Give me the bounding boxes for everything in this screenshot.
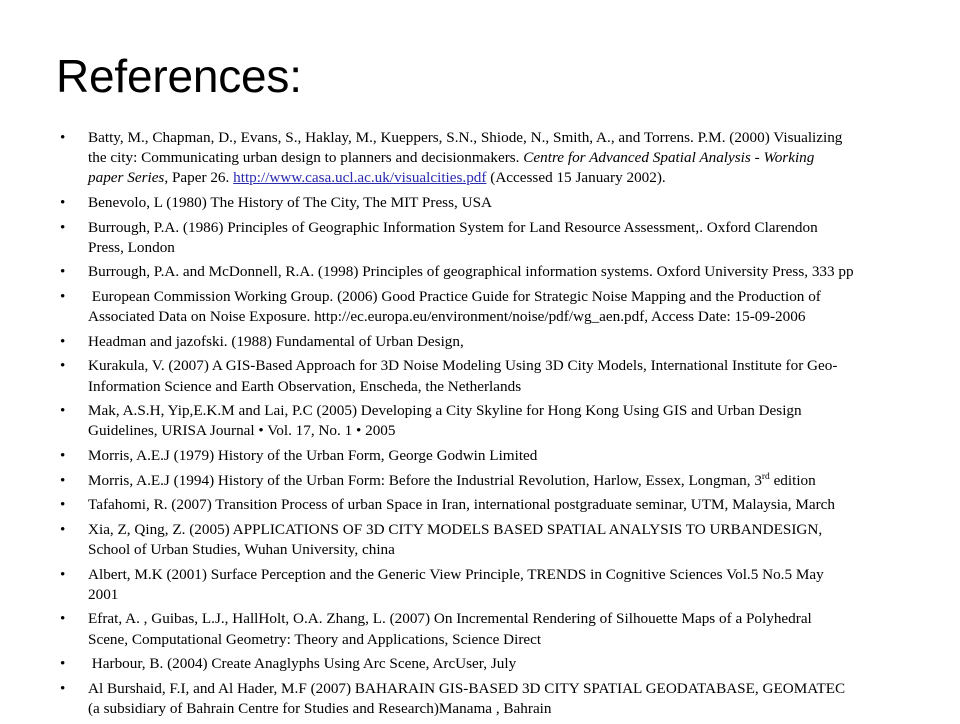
reference-line: European Commission Working Group. (2006… bbox=[88, 287, 821, 305]
bullet-icon: • bbox=[60, 565, 66, 583]
reference-line: Guidelines, URISA Journal • Vol. 17, No.… bbox=[88, 422, 396, 440]
reference-line: (a subsidiary of Bahrain Centre for Stud… bbox=[88, 699, 552, 717]
reference-hyperlink[interactable]: http://www.casa.ucl.ac.uk/visualcities.p… bbox=[233, 169, 486, 186]
list-item: • European Commission Working Group. (20… bbox=[54, 287, 926, 327]
reference-line: School of Urban Studies, Wuhan Universit… bbox=[88, 540, 395, 558]
bullet-icon: • bbox=[60, 446, 66, 464]
slide-canvas: References: • Batty, M., Chapman, D., Ev… bbox=[0, 0, 960, 720]
reference-line: paper Series, Paper 26. http://www.casa.… bbox=[88, 168, 926, 188]
page-title: References: bbox=[56, 50, 302, 102]
bullet-icon: • bbox=[60, 218, 66, 236]
reference-line: 2001 bbox=[88, 585, 119, 603]
reference-line: the city: Communicating urban design to … bbox=[88, 148, 926, 168]
reference-line: Xia, Z, Qing, Z. (2005) APPLICATIONS OF … bbox=[88, 520, 823, 538]
bullet-icon: • bbox=[60, 287, 66, 305]
reference-line: Harbour, B. (2004) Create Anaglyphs Usin… bbox=[88, 655, 517, 673]
reference-line: Tafahomi, R. (2007) Transition Process o… bbox=[88, 496, 835, 514]
reference-text: Morris, A.E.J (1994) History of the Urba… bbox=[88, 471, 762, 489]
bullet-icon: • bbox=[60, 655, 66, 673]
reference-line: Headman and jazofski. (1988) Fundamental… bbox=[88, 332, 464, 350]
reference-text: edition bbox=[769, 471, 816, 489]
reference-line: Batty, M., Chapman, D., Evans, S., Hakla… bbox=[88, 128, 926, 148]
bullet-icon: • bbox=[60, 194, 66, 211]
ordinal-suffix: rd bbox=[761, 471, 770, 482]
reference-line: Benevolo, L (1980) The History of The Ci… bbox=[88, 194, 492, 211]
bullet-icon: • bbox=[60, 520, 66, 538]
reference-line: Associated Data on Noise Exposure. http:… bbox=[88, 308, 806, 326]
list-item: • Morris, A.E.J (1994) History of the Ur… bbox=[54, 471, 926, 491]
reference-italic-text: paper Series bbox=[88, 169, 165, 187]
references-list: • Batty, M., Chapman, D., Evans, S., Hak… bbox=[54, 128, 926, 724]
reference-line: Burrough, P.A. (1986) Principles of Geog… bbox=[88, 218, 818, 236]
reference-line: Morris, A.E.J (1994) History of the Urba… bbox=[88, 471, 926, 491]
reference-line: Morris, A.E.J (1979) History of the Urba… bbox=[88, 446, 538, 464]
list-item: • Harbour, B. (2004) Create Anaglyphs Us… bbox=[54, 654, 926, 674]
reference-line: Press, London bbox=[88, 238, 175, 256]
list-item: • Morris, A.E.J (1979) History of the Ur… bbox=[54, 446, 926, 466]
list-item: • Benevolo, L (1980) The History of The … bbox=[54, 193, 926, 213]
reference-line: Information Science and Earth Observatio… bbox=[88, 377, 522, 395]
reference-line: Albert, M.K (2001) Surface Perception an… bbox=[88, 565, 824, 583]
list-item: • Kurakula, V. (2007) A GIS-Based Approa… bbox=[54, 356, 926, 396]
reference-text: the city: Communicating urban design to … bbox=[88, 149, 524, 167]
bullet-icon: • bbox=[60, 496, 66, 514]
reference-text: Batty, M., Chapman, D., Evans, S., Hakla… bbox=[88, 129, 843, 146]
bullet-icon: • bbox=[60, 263, 66, 281]
reference-line: Burrough, P.A. and McDonnell, R.A. (1998… bbox=[88, 263, 854, 281]
reference-line: Al Burshaid, F.I, and Al Hader, M.F (200… bbox=[88, 679, 846, 697]
bullet-icon: • bbox=[60, 402, 66, 420]
list-item: • Batty, M., Chapman, D., Evans, S., Hak… bbox=[54, 128, 926, 189]
bullet-icon: • bbox=[60, 679, 66, 697]
bullet-icon: • bbox=[60, 332, 66, 350]
list-item: • Burrough, P.A. and McDonnell, R.A. (19… bbox=[54, 262, 926, 282]
list-item: • Burrough, P.A. (1986) Principles of Ge… bbox=[54, 218, 926, 258]
reference-italic-text: Centre for Advanced Spatial Analysis - W… bbox=[523, 149, 815, 167]
reference-line: Mak, A.S.H, Yip,E.K.M and Lai, P.C (2005… bbox=[88, 402, 802, 420]
bullet-icon: • bbox=[60, 610, 66, 628]
list-item: • Efrat, A. , Guibas, L.J., HallHolt, O.… bbox=[54, 609, 926, 649]
list-item: • Albert, M.K (2001) Surface Perception … bbox=[54, 565, 926, 605]
list-item: • Xia, Z, Qing, Z. (2005) APPLICATIONS O… bbox=[54, 520, 926, 560]
list-item: • Tafahomi, R. (2007) Transition Process… bbox=[54, 495, 926, 515]
reference-line: Efrat, A. , Guibas, L.J., HallHolt, O.A.… bbox=[88, 610, 812, 628]
bullet-icon: • bbox=[60, 129, 66, 146]
reference-line: Scene, Computational Geometry: Theory an… bbox=[88, 630, 542, 648]
reference-line: Kurakula, V. (2007) A GIS-Based Approach… bbox=[88, 357, 838, 375]
reference-text: , Paper 26. bbox=[164, 169, 234, 187]
bullet-icon: • bbox=[60, 357, 66, 375]
reference-text: (Accessed 15 January 2002). bbox=[486, 169, 666, 187]
bullet-icon: • bbox=[60, 471, 66, 489]
list-item: • Mak, A.S.H, Yip,E.K.M and Lai, P.C (20… bbox=[54, 401, 926, 441]
list-item: • Al Burshaid, F.I, and Al Hader, M.F (2… bbox=[54, 679, 926, 719]
list-item: • Headman and jazofski. (1988) Fundament… bbox=[54, 332, 926, 352]
